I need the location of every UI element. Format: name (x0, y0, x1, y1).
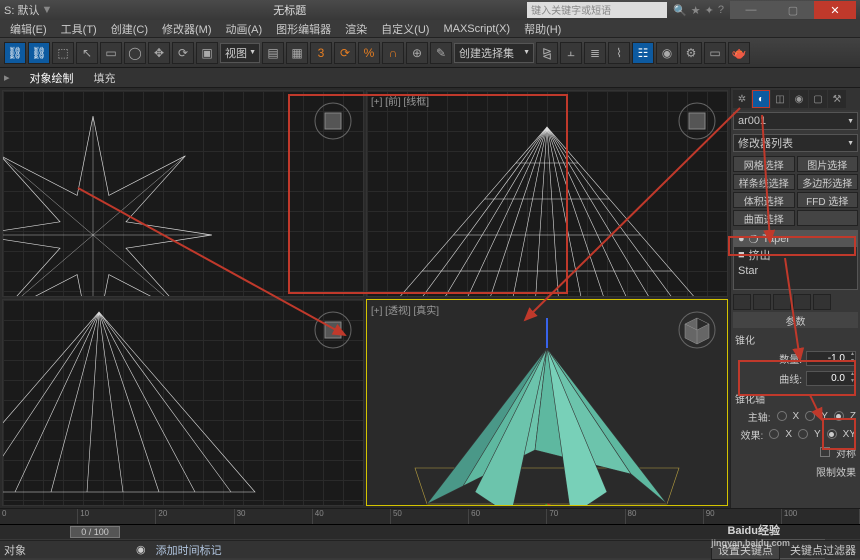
minimize-button[interactable]: — (730, 1, 772, 19)
stack-extrude[interactable]: ■挤出 (734, 247, 857, 263)
maximize-button[interactable]: ▢ (772, 1, 814, 19)
effect-z[interactable] (827, 429, 837, 439)
create-tab-icon[interactable]: ✲ (733, 90, 751, 108)
viewport-perspective[interactable]: [+] [透视] [真实] (366, 299, 728, 506)
sel-poly[interactable]: 多边形选择 (797, 174, 859, 190)
pivot-icon[interactable]: ▤ (262, 42, 284, 64)
modify-tab-icon[interactable]: ◐ (752, 90, 770, 108)
help-icon[interactable]: ? (718, 4, 724, 17)
watermark: Baidu经验 jingyan.baidu.com (727, 522, 780, 538)
params-header[interactable]: 参数 (733, 312, 858, 328)
menu-item[interactable]: MAXScript(X) (437, 23, 516, 35)
modifier-stack: ●❍Taper ■挤出 Star (733, 230, 858, 290)
object-name[interactable]: ar001 (733, 112, 858, 130)
render-setup-icon[interactable]: ⚙ (680, 42, 702, 64)
menu-item[interactable]: 渲染 (339, 21, 373, 37)
help-search[interactable]: 键入关键字或短语 (527, 2, 667, 18)
remove-mod-icon[interactable] (793, 294, 811, 310)
snap-icon[interactable]: 3 (310, 42, 332, 64)
primary-y[interactable] (805, 411, 815, 421)
stack-star[interactable]: Star (734, 263, 857, 279)
menu-item[interactable]: 修改器(M) (156, 21, 218, 37)
scale-icon[interactable]: ▣ (196, 42, 218, 64)
pct-snap-icon[interactable]: % (358, 42, 380, 64)
edit-icon[interactable]: ✎ (430, 42, 452, 64)
menu-item[interactable]: 自定义(U) (375, 21, 435, 37)
ribbon-tabs: ▸ 对象绘制 填充 (0, 68, 860, 88)
effect-y[interactable] (798, 429, 808, 439)
curve-ed-icon[interactable]: ⌇ (608, 42, 630, 64)
show-end-icon[interactable] (753, 294, 771, 310)
panel-tabs: ✲ ◐ ◫ ◉ ▢ ⚒ (731, 88, 860, 110)
stack-taper[interactable]: ●❍Taper (734, 231, 857, 247)
menu-item[interactable]: 创建(C) (105, 21, 154, 37)
display-tab-icon[interactable]: ▢ (809, 90, 827, 108)
named-selset-dropdown[interactable]: 创建选择集 (454, 43, 534, 63)
menu-item[interactable]: 图形编辑器 (270, 21, 337, 37)
viewport-front[interactable]: [+] [前] [线框] (366, 90, 728, 297)
hierarchy-tab-icon[interactable]: ◫ (771, 90, 789, 108)
unique-icon[interactable] (773, 294, 791, 310)
main-toolbar: ⛓ ⛓ ⬚ ↖ ▭ ◯ ✥ ⟳ ▣ 视图 ▤ ▦ 3 ⟳ % ∩ ⊕ ✎ 创建选… (0, 38, 860, 68)
curve-spinner[interactable]: 0.0 (806, 371, 856, 386)
render-icon[interactable]: 🫖 (728, 42, 750, 64)
pin-stack-icon[interactable] (733, 294, 751, 310)
keyfilter-link[interactable]: 关键点过滤器 (790, 542, 856, 558)
sel-vol[interactable]: 体积选择 (733, 192, 795, 208)
rotate-icon[interactable]: ⟳ (172, 42, 194, 64)
add-time-tag[interactable]: 添加时间标记 (156, 542, 222, 558)
select-link-icon[interactable]: ⛓ (4, 42, 26, 64)
symmetry-check[interactable] (820, 447, 830, 457)
select-rect-icon[interactable]: ▭ (100, 42, 122, 64)
sel-ffd[interactable]: FFD 选择 (797, 192, 859, 208)
amount-spinner[interactable]: -1.0 (806, 351, 856, 366)
title-prefix: S: 默认 (4, 2, 39, 18)
effect-x[interactable] (769, 429, 779, 439)
tab-populate[interactable]: 填充 (94, 70, 116, 86)
bind-icon[interactable]: ⬚ (52, 42, 74, 64)
mirror-icon[interactable]: ⧎ (536, 42, 558, 64)
schematic-icon[interactable]: ☷ (632, 42, 654, 64)
refcoord-dropdown[interactable]: 视图 (220, 43, 260, 63)
menu-item[interactable]: 动画(A) (220, 21, 269, 37)
search-icon[interactable]: 🔍 (673, 4, 687, 17)
select-circ-icon[interactable]: ◯ (124, 42, 146, 64)
viewport-left[interactable] (2, 299, 364, 506)
gear-icon[interactable]: ✦ (705, 4, 714, 17)
magnet-icon[interactable]: ∩ (382, 42, 404, 64)
move-icon[interactable]: ✥ (148, 42, 170, 64)
pivot2-icon[interactable]: ▦ (286, 42, 308, 64)
primary-x[interactable] (777, 411, 787, 421)
command-panel: ✲ ◐ ◫ ◉ ▢ ⚒ ar001 修改器列表 网格选择 图片选择 样条线选择 … (730, 88, 860, 508)
menubar: 编辑(E) 工具(T) 创建(C) 修改器(M) 动画(A) 图形编辑器 渲染 … (0, 20, 860, 38)
angle-snap-icon[interactable]: ⟳ (334, 42, 356, 64)
viewport-top[interactable] (2, 90, 364, 297)
motion-tab-icon[interactable]: ◉ (790, 90, 808, 108)
align-icon[interactable]: ⫠ (560, 42, 582, 64)
layers-icon[interactable]: ≣ (584, 42, 606, 64)
sel-patch[interactable]: 图片选择 (797, 156, 859, 172)
cursor-icon[interactable]: ↖ (76, 42, 98, 64)
spinner-icon[interactable]: ⊕ (406, 42, 428, 64)
sel-mesh[interactable]: 网格选择 (733, 156, 795, 172)
menu-item[interactable]: 帮助(H) (518, 21, 567, 37)
sel-spline[interactable]: 样条线选择 (733, 174, 795, 190)
star-icon[interactable]: ★ (691, 4, 701, 17)
tab-object-paint[interactable]: 对象绘制 (30, 70, 74, 86)
config-icon[interactable] (813, 294, 831, 310)
close-button[interactable]: ✕ (814, 1, 856, 19)
sel-surf[interactable]: 曲面选择 (733, 210, 795, 226)
render-frame-icon[interactable]: ▭ (704, 42, 726, 64)
menu-item[interactable]: 工具(T) (55, 21, 103, 37)
primary-z[interactable] (834, 411, 844, 421)
window-title: 无标题 (52, 2, 527, 18)
sel-blank[interactable] (797, 210, 859, 226)
titlebar: S: 默认 ▼ 无标题 键入关键字或短语 🔍 ★ ✦ ? — ▢ ✕ (0, 0, 860, 20)
mat-ed-icon[interactable]: ◉ (656, 42, 678, 64)
menu-item[interactable]: 编辑(E) (4, 21, 53, 37)
viewports: [+] [前] [线框] (0, 88, 730, 508)
unlink-icon[interactable]: ⛓ (28, 42, 50, 64)
modifier-list-dropdown[interactable]: 修改器列表 (733, 134, 858, 152)
utilities-tab-icon[interactable]: ⚒ (828, 90, 846, 108)
